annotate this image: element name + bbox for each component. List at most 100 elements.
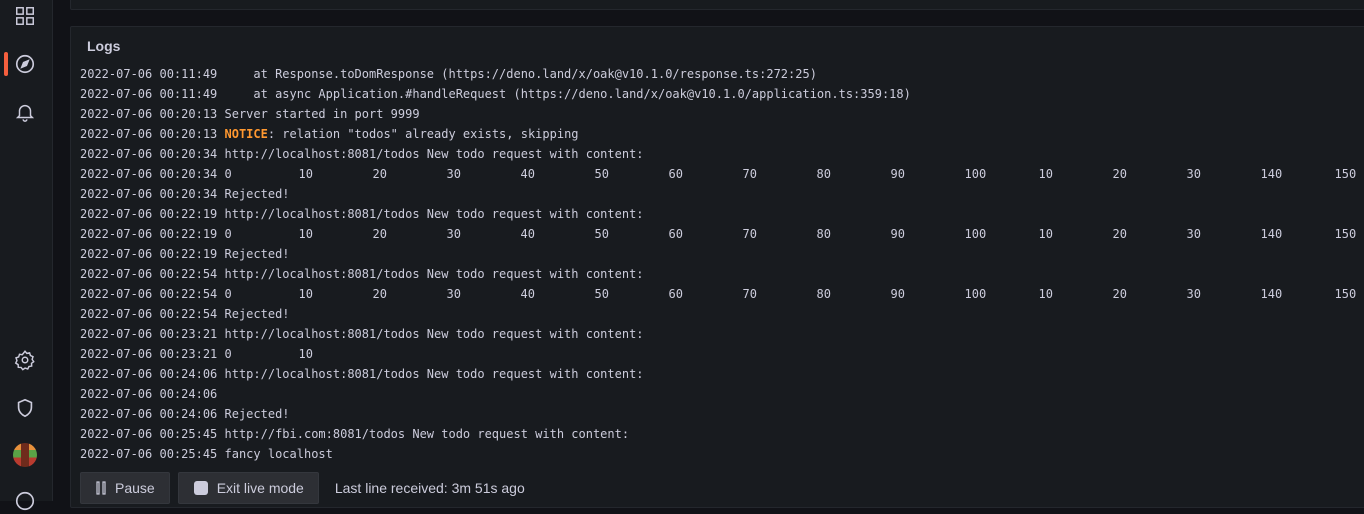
log-viewport[interactable]: 2022-07-06 00:11:49 at Response.toDomRes…	[80, 67, 1364, 463]
log-message: Server started in port 9999	[225, 107, 420, 121]
log-message: at Response.toDomResponse (https://deno.…	[225, 67, 817, 81]
apps-icon[interactable]	[12, 3, 38, 29]
log-timestamp: 2022-07-06 00:24:06	[80, 367, 225, 381]
exit-live-mode-button[interactable]: Exit live mode	[178, 472, 319, 504]
log-timestamp: 2022-07-06 00:23:21	[80, 327, 225, 341]
log-line[interactable]: 2022-07-06 00:20:13 NOTICE: relation "to…	[80, 124, 1364, 144]
log-value: 10	[1039, 164, 1113, 184]
log-line[interactable]: 2022-07-06 00:22:54 01020304050607080901…	[80, 284, 1364, 304]
sidebar	[0, 0, 53, 501]
log-value: 30	[447, 164, 521, 184]
log-line[interactable]: 2022-07-06 00:20:34 01020304050607080901…	[80, 164, 1364, 184]
log-value: 100	[965, 284, 1039, 304]
settings-gear-icon[interactable]	[12, 347, 38, 373]
log-value: 40	[521, 224, 595, 244]
log-value: 140	[1261, 284, 1335, 304]
log-value: 100	[965, 164, 1039, 184]
live-footer: Pause Exit live mode Last line received:…	[80, 472, 525, 504]
log-value: 0	[225, 344, 299, 364]
panel-title[interactable]: Logs	[87, 38, 120, 54]
log-message: http://localhost:8081/todos New todo req…	[225, 367, 644, 381]
alerting-bell-icon[interactable]	[12, 99, 38, 125]
log-line[interactable]: 2022-07-06 00:11:49 at async Application…	[80, 84, 1364, 104]
log-message: http://localhost:8081/todos New todo req…	[225, 147, 644, 161]
last-line-status: Last line received: 3m 51s ago	[335, 480, 525, 496]
explore-icon[interactable]	[12, 51, 38, 77]
log-message: at async Application.#handleRequest (htt…	[225, 87, 911, 101]
log-value: 150	[1335, 284, 1364, 304]
log-message: Rejected!	[225, 307, 290, 321]
log-value: 10	[299, 344, 373, 364]
log-value: 80	[817, 224, 891, 244]
log-timestamp: 2022-07-06 00:20:13	[80, 127, 225, 141]
log-line[interactable]: 2022-07-06 00:23:21 http://localhost:808…	[80, 324, 1364, 344]
log-value: 150	[1335, 224, 1364, 244]
log-value: 30	[1187, 284, 1261, 304]
log-timestamp: 2022-07-06 00:22:19	[80, 207, 225, 221]
stop-icon	[193, 480, 209, 496]
log-line[interactable]: 2022-07-06 00:24:06 http://localhost:808…	[80, 364, 1364, 384]
log-line[interactable]: 2022-07-06 00:22:54 http://localhost:808…	[80, 264, 1364, 284]
log-value: 70	[743, 224, 817, 244]
log-value: 70	[743, 164, 817, 184]
log-value: 20	[373, 164, 447, 184]
log-message: Rejected!	[225, 247, 290, 261]
log-value: 60	[669, 284, 743, 304]
pause-icon	[95, 481, 107, 495]
log-line[interactable]: 2022-07-06 00:22:54 Rejected!	[80, 304, 1364, 324]
log-line[interactable]: 2022-07-06 00:11:49 at Response.toDomRes…	[80, 67, 1364, 84]
log-line[interactable]: 2022-07-06 00:22:19 01020304050607080901…	[80, 224, 1364, 244]
log-line[interactable]: 2022-07-06 00:20:13 Server started in po…	[80, 104, 1364, 124]
log-line[interactable]: 2022-07-06 00:24:06 Rejected!	[80, 404, 1364, 424]
pause-button[interactable]: Pause	[80, 472, 170, 504]
log-value: 20	[1113, 284, 1187, 304]
log-value: 0	[225, 224, 299, 244]
notice-label: NOTICE	[225, 127, 268, 141]
log-value: 150	[1335, 164, 1364, 184]
log-message: fancy localhost	[225, 447, 333, 461]
log-message: Rejected!	[225, 187, 290, 201]
shield-icon[interactable]	[12, 395, 38, 421]
log-value: 90	[891, 284, 965, 304]
log-value: 60	[669, 164, 743, 184]
log-line[interactable]: 2022-07-06 00:24:06	[80, 384, 1364, 404]
pause-label: Pause	[115, 480, 155, 496]
user-avatar[interactable]	[13, 443, 37, 467]
log-value: 10	[1039, 284, 1113, 304]
log-timestamp: 2022-07-06 00:22:54	[80, 287, 225, 301]
log-value: 20	[373, 224, 447, 244]
log-line[interactable]: 2022-07-06 00:22:19 Rejected!	[80, 244, 1364, 264]
log-line[interactable]: 2022-07-06 00:20:34 http://localhost:808…	[80, 144, 1364, 164]
log-line[interactable]: 2022-07-06 00:20:34 Rejected!	[80, 184, 1364, 204]
log-value: 40	[521, 284, 595, 304]
log-value: 50	[595, 164, 669, 184]
log-value: 30	[447, 284, 521, 304]
log-message: http://fbi.com:8081/todos New todo reque…	[225, 427, 630, 441]
log-value: 30	[447, 224, 521, 244]
log-timestamp: 2022-07-06 00:25:45	[80, 447, 225, 461]
log-value: 140	[1261, 164, 1335, 184]
log-timestamp: 2022-07-06 00:11:49	[80, 67, 225, 81]
log-list: 2022-07-06 00:11:49 at Response.toDomRes…	[80, 67, 1364, 463]
log-value: 90	[891, 224, 965, 244]
help-icon[interactable]	[12, 488, 38, 514]
log-timestamp: 2022-07-06 00:24:06	[80, 407, 225, 421]
log-value: 30	[1187, 164, 1261, 184]
log-message: : relation "todos" already exists, skipp…	[268, 127, 579, 141]
log-line[interactable]: 2022-07-06 00:22:19 http://localhost:808…	[80, 204, 1364, 224]
log-timestamp: 2022-07-06 00:20:34	[80, 167, 225, 181]
log-value: 40	[521, 164, 595, 184]
log-value: 20	[1113, 164, 1187, 184]
log-line[interactable]: 2022-07-06 00:23:21 010	[80, 344, 1364, 364]
exit-live-label: Exit live mode	[217, 480, 304, 496]
log-value: 90	[891, 164, 965, 184]
log-value: 50	[595, 224, 669, 244]
log-line[interactable]: 2022-07-06 00:25:45 fancy localhost	[80, 444, 1364, 463]
log-value: 10	[299, 164, 373, 184]
active-indicator	[4, 52, 8, 76]
log-timestamp: 2022-07-06 00:24:06	[80, 387, 225, 401]
log-line[interactable]: 2022-07-06 00:25:45 http://fbi.com:8081/…	[80, 424, 1364, 444]
log-message: http://localhost:8081/todos New todo req…	[225, 327, 644, 341]
log-timestamp: 2022-07-06 00:20:13	[80, 107, 225, 121]
log-value: 20	[1113, 224, 1187, 244]
